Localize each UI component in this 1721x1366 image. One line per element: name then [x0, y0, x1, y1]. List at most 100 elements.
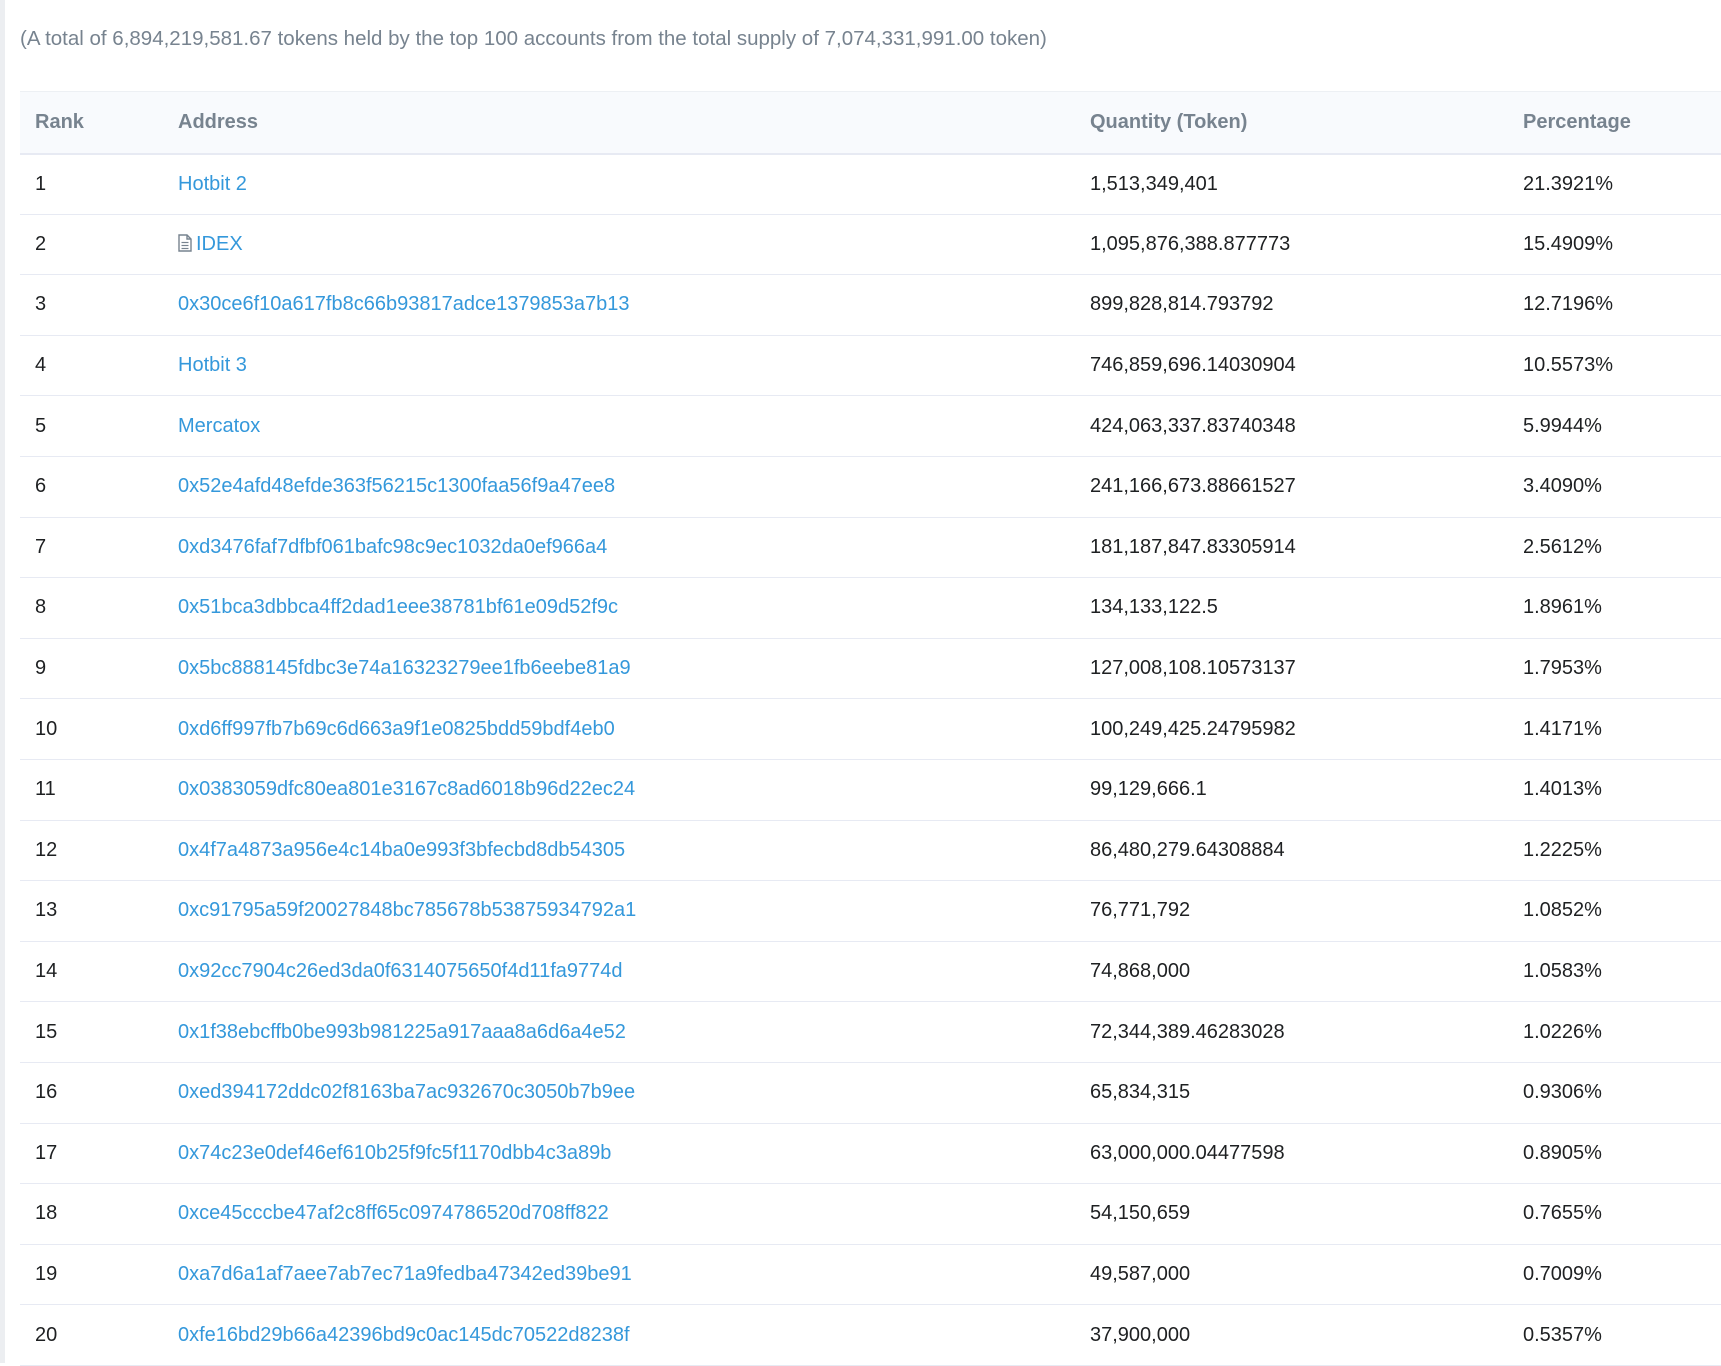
address-link[interactable]: 0x1f38ebcffb0be993b981225a917aaa8a6d6a4e…: [178, 1021, 626, 1043]
address-link[interactable]: 0x51bca3dbbca4ff2dad1eee38781bf61e09d52f…: [178, 596, 618, 618]
address-cell: 0xed394172ddc02f8163ba7ac932670c3050b7b9…: [163, 1062, 1075, 1124]
rank-cell: 11: [20, 759, 163, 821]
rank-header: Rank: [20, 91, 163, 155]
percentage-cell: 0.8905%: [1508, 1123, 1721, 1185]
address-link[interactable]: 0xd6ff997fb7b69c6d663a9f1e0825bdd59bdf4e…: [178, 718, 615, 740]
table-row: 18 0xce45cccbe47af2c8ff65c0974786520d708f…: [20, 1183, 1721, 1245]
address-cell: 0x5bc888145fdbc3e74a16323279ee1fb6eebe81…: [163, 638, 1075, 700]
rank-cell: 12: [20, 820, 163, 882]
quantity-cell: 1,513,349,401: [1075, 153, 1508, 215]
quantity-cell: 74,868,000: [1075, 941, 1508, 1003]
address-cell: 0xd3476faf7dfbf061bafc98c9ec1032da0ef966…: [163, 517, 1075, 579]
percentage-cell: 0.9306%: [1508, 1062, 1721, 1124]
rank-cell: 10: [20, 698, 163, 760]
address-link[interactable]: IDEX: [196, 233, 243, 255]
quantity-cell: 49,587,000: [1075, 1244, 1508, 1306]
quantity-cell: 63,000,000.04477598: [1075, 1123, 1508, 1185]
rank-cell: 19: [20, 1244, 163, 1306]
quantity-cell: 746,859,696.14030904: [1075, 335, 1508, 397]
address-link[interactable]: 0x92cc7904c26ed3da0f6314075650f4d11fa977…: [178, 960, 623, 982]
quantity-cell: 37,900,000: [1075, 1304, 1508, 1366]
rank-cell: 15: [20, 1001, 163, 1063]
address-link[interactable]: Hotbit 3: [178, 354, 247, 376]
address-cell: 0x30ce6f10a617fb8c66b93817adce1379853a7b…: [163, 274, 1075, 336]
document-icon: [178, 234, 192, 252]
percentage-cell: 3.4090%: [1508, 456, 1721, 518]
address-link[interactable]: 0x5bc888145fdbc3e74a16323279ee1fb6eebe81…: [178, 657, 631, 679]
address-link[interactable]: 0xc91795a59f20027848bc785678b53875934792…: [178, 899, 636, 921]
percentage-cell: 0.5357%: [1508, 1304, 1721, 1366]
holders-table: Rank Address Quantity (Token) Percentage…: [20, 91, 1721, 1366]
address-link[interactable]: 0xce45cccbe47af2c8ff65c0974786520d708ff8…: [178, 1202, 609, 1224]
rank-cell: 4: [20, 335, 163, 397]
percentage-cell: 15.4909%: [1508, 214, 1721, 276]
table-row: 4 Hotbit 3 746,859,696.14030904 10.5573%: [20, 335, 1721, 397]
rank-cell: 14: [20, 941, 163, 1003]
address-cell: IDEX: [163, 214, 1075, 276]
percentage-cell: 0.7009%: [1508, 1244, 1721, 1306]
address-link[interactable]: 0xd3476faf7dfbf061bafc98c9ec1032da0ef966…: [178, 536, 607, 558]
address-cell: 0x1f38ebcffb0be993b981225a917aaa8a6d6a4e…: [163, 1001, 1075, 1063]
table-header: Rank Address Quantity (Token) Percentage: [20, 91, 1721, 155]
table-row: 8 0x51bca3dbbca4ff2dad1eee38781bf61e09d52…: [20, 577, 1721, 639]
percentage-cell: 2.5612%: [1508, 517, 1721, 579]
quantity-cell: 241,166,673.88661527: [1075, 456, 1508, 518]
table-row: 7 0xd3476faf7dfbf061bafc98c9ec1032da0ef96…: [20, 517, 1721, 579]
table-row: 12 0x4f7a4873a956e4c14ba0e993f3bfecbd8db5…: [20, 820, 1721, 882]
table-row: 3 0x30ce6f10a617fb8c66b93817adce1379853a7…: [20, 274, 1721, 336]
percentage-cell: 1.8961%: [1508, 577, 1721, 639]
address-link[interactable]: Hotbit 2: [178, 173, 247, 195]
address-cell: 0x52e4afd48efde363f56215c1300faa56f9a47e…: [163, 456, 1075, 518]
percentage-cell: 21.3921%: [1508, 153, 1721, 215]
quantity-cell: 899,828,814.793792: [1075, 274, 1508, 336]
table-body: 1 Hotbit 2 1,513,349,401 21.3921% 2 IDEX 1,095…: [20, 153, 1721, 1366]
percentage-cell: 1.7953%: [1508, 638, 1721, 700]
rank-cell: 2: [20, 214, 163, 276]
quantity-cell: 65,834,315: [1075, 1062, 1508, 1124]
table-row: 1 Hotbit 2 1,513,349,401 21.3921%: [20, 153, 1721, 215]
percentage-cell: 1.0852%: [1508, 880, 1721, 942]
quantity-header: Quantity (Token): [1075, 91, 1508, 155]
rank-cell: 8: [20, 577, 163, 639]
table-row: 6 0x52e4afd48efde363f56215c1300faa56f9a47…: [20, 456, 1721, 518]
address-cell: 0x4f7a4873a956e4c14ba0e993f3bfecbd8db543…: [163, 820, 1075, 882]
address-link[interactable]: 0x30ce6f10a617fb8c66b93817adce1379853a7b…: [178, 293, 630, 315]
rank-cell: 3: [20, 274, 163, 336]
rank-cell: 13: [20, 880, 163, 942]
address-link[interactable]: 0xed394172ddc02f8163ba7ac932670c3050b7b9…: [178, 1081, 635, 1103]
table-row: 9 0x5bc888145fdbc3e74a16323279ee1fb6eebe8…: [20, 638, 1721, 700]
table-row: 17 0x74c23e0def46ef610b25f9fc5f1170dbb4c3…: [20, 1123, 1721, 1185]
table-row: 14 0x92cc7904c26ed3da0f6314075650f4d11fa9…: [20, 941, 1721, 1003]
rank-cell: 17: [20, 1123, 163, 1185]
address-link[interactable]: 0x0383059dfc80ea801e3167c8ad6018b96d22ec…: [178, 778, 635, 800]
address-link[interactable]: 0xfe16bd29b66a42396bd9c0ac145dc70522d823…: [178, 1324, 630, 1346]
table-row: 11 0x0383059dfc80ea801e3167c8ad6018b96d22…: [20, 759, 1721, 821]
percentage-cell: 1.0583%: [1508, 941, 1721, 1003]
address-link[interactable]: 0x74c23e0def46ef610b25f9fc5f1170dbb4c3a8…: [178, 1142, 611, 1164]
quantity-cell: 99,129,666.1: [1075, 759, 1508, 821]
rank-cell: 5: [20, 395, 163, 457]
address-link[interactable]: Mercatox: [178, 415, 260, 437]
quantity-cell: 86,480,279.64308884: [1075, 820, 1508, 882]
address-link[interactable]: 0x4f7a4873a956e4c14ba0e993f3bfecbd8db543…: [178, 839, 625, 861]
quantity-cell: 72,344,389.46283028: [1075, 1001, 1508, 1063]
address-cell: Hotbit 2: [163, 153, 1075, 215]
percentage-cell: 1.4013%: [1508, 759, 1721, 821]
address-header: Address: [163, 91, 1075, 155]
table-row: 13 0xc91795a59f20027848bc785678b538759347…: [20, 880, 1721, 942]
quantity-cell: 424,063,337.83740348: [1075, 395, 1508, 457]
token-holders-page: (A total of 6,894,219,581.67 tokens held…: [0, 0, 1721, 1366]
address-link[interactable]: 0xa7d6a1af7aee7ab7ec71a9fedba47342ed39be…: [178, 1263, 632, 1285]
table-row: 10 0xd6ff997fb7b69c6d663a9f1e0825bdd59bdf…: [20, 698, 1721, 760]
table-row: 2 IDEX 1,095,876,388.877773 15.4909%: [20, 214, 1721, 276]
quantity-cell: 127,008,108.10573137: [1075, 638, 1508, 700]
address-cell: 0x92cc7904c26ed3da0f6314075650f4d11fa977…: [163, 941, 1075, 1003]
address-cell: 0xd6ff997fb7b69c6d663a9f1e0825bdd59bdf4e…: [163, 698, 1075, 760]
percentage-header: Percentage: [1508, 91, 1721, 155]
holders-summary: (A total of 6,894,219,581.67 tokens held…: [20, 27, 1047, 50]
table-row: 20 0xfe16bd29b66a42396bd9c0ac145dc70522d8…: [20, 1304, 1721, 1366]
address-cell: 0xa7d6a1af7aee7ab7ec71a9fedba47342ed39be…: [163, 1244, 1075, 1306]
percentage-cell: 5.9944%: [1508, 395, 1721, 457]
rank-cell: 9: [20, 638, 163, 700]
address-link[interactable]: 0x52e4afd48efde363f56215c1300faa56f9a47e…: [178, 475, 615, 497]
